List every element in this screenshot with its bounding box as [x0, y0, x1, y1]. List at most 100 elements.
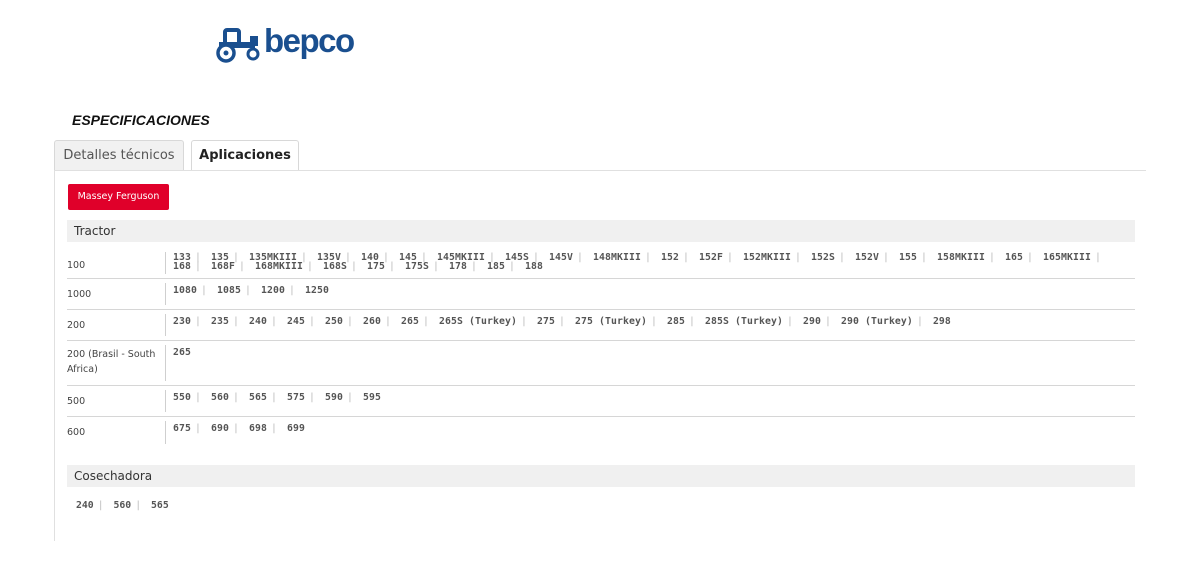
- model-item: 565: [151, 500, 169, 511]
- tab-technical-details[interactable]: Detalles técnicos: [54, 140, 184, 170]
- model-separator: |: [577, 252, 583, 263]
- model-list: 550 | 560 | 565 | 575 | 590 | 595: [173, 392, 1125, 403]
- table-row: 600 675 | 690 | 698 | 699: [67, 417, 1135, 448]
- model-item: 152MKIII: [743, 252, 791, 263]
- row-divider: [165, 390, 166, 412]
- model-item: 275: [536, 316, 555, 327]
- model-separator: |: [233, 316, 239, 327]
- model-separator: |: [97, 500, 104, 511]
- applications-panel: Massey Ferguson Tractor 100 133 | 135 | 13…: [54, 170, 1146, 541]
- model-separator: |: [271, 392, 277, 403]
- bepco-logo[interactable]: bepco: [216, 22, 356, 66]
- model-item: 240: [76, 500, 94, 511]
- model-item: 165: [1005, 252, 1023, 263]
- model-separator: |: [688, 316, 695, 327]
- model-separator: |: [347, 392, 353, 403]
- model-separator: |: [271, 316, 277, 327]
- model-separator: |: [239, 261, 245, 272]
- model-item: 285: [666, 316, 685, 327]
- model-item: 152: [661, 252, 679, 263]
- model-separator: |: [921, 252, 927, 263]
- table-row: 1000 1080 | 1085 | 1200 | 1250: [67, 279, 1135, 310]
- model-separator: |: [650, 316, 657, 327]
- model-separator: |: [245, 285, 251, 296]
- table-row: 200 230 | 235 | 240 | 245 | 250 | 260 | 265 | 2…: [67, 310, 1135, 341]
- model-separator: |: [883, 252, 889, 263]
- model-item: 168F: [211, 261, 235, 272]
- model-separator: |: [727, 252, 733, 263]
- model-item: 245: [287, 316, 305, 327]
- model-item: 1200: [261, 285, 285, 296]
- model-item: 290: [802, 316, 821, 327]
- model-item: 1080: [173, 285, 197, 296]
- model-item: 1085: [217, 285, 241, 296]
- series-label: 200 (Brasil - South Africa): [67, 349, 156, 375]
- model-separator: |: [351, 261, 357, 272]
- model-item: 178: [449, 261, 467, 272]
- row-divider: [165, 421, 166, 444]
- model-separator: |: [309, 316, 315, 327]
- model-item: 175S: [405, 261, 429, 272]
- model-item: 168S: [323, 261, 347, 272]
- row-divider: [165, 252, 166, 274]
- model-item: 575: [287, 392, 305, 403]
- model-separator: |: [520, 316, 527, 327]
- series-label: 1000: [67, 289, 92, 300]
- model-item: 265: [173, 347, 191, 358]
- logo-text: bepco: [264, 22, 355, 59]
- model-separator: |: [916, 316, 923, 327]
- model-separator: |: [683, 252, 689, 263]
- manufacturer-button-massey-ferguson[interactable]: Massey Ferguson: [68, 184, 169, 210]
- model-item: 165MKIII: [1043, 252, 1091, 263]
- model-item: 152S: [811, 252, 835, 263]
- model-separator: |: [509, 261, 515, 272]
- model-item: 168: [173, 261, 191, 272]
- model-item: 675: [173, 423, 191, 434]
- model-separator: |: [271, 423, 277, 434]
- model-separator: |: [195, 316, 201, 327]
- model-item: 595: [363, 392, 381, 403]
- model-separator: |: [1095, 252, 1101, 263]
- model-separator: |: [471, 261, 477, 272]
- model-item: 145V: [549, 252, 573, 263]
- model-item: 240: [249, 316, 267, 327]
- model-separator: |: [233, 423, 239, 434]
- model-list: 265: [173, 347, 1125, 358]
- model-list: 133 | 135 | 135MKIII | 135V | 140 | 145 | 145M…: [173, 252, 1125, 272]
- model-item: 250: [325, 316, 343, 327]
- model-item: 235: [211, 316, 229, 327]
- model-separator: |: [233, 392, 239, 403]
- model-item: 152F: [699, 252, 723, 263]
- model-item: 290 (Turkey): [840, 316, 913, 327]
- model-separator: |: [201, 285, 207, 296]
- model-item: 298: [932, 316, 951, 327]
- model-separator: |: [824, 316, 831, 327]
- model-item: 168MKIII: [255, 261, 303, 272]
- model-separator: |: [195, 423, 201, 434]
- tractor-icon: [216, 28, 260, 63]
- model-item: 560: [211, 392, 229, 403]
- model-list: 230 | 235 | 240 | 245 | 250 | 260 | 265 | 265S …: [173, 316, 1125, 327]
- model-item: 690: [211, 423, 229, 434]
- model-item: 560: [113, 500, 132, 511]
- model-separator: |: [645, 252, 651, 263]
- model-separator: |: [195, 261, 201, 272]
- model-item: 175: [367, 261, 385, 272]
- model-separator: |: [795, 252, 801, 263]
- model-item: 148MKIII: [593, 252, 641, 263]
- model-separator: |: [1027, 252, 1033, 263]
- table-row: 500 550 | 560 | 565 | 575 | 590 | 595: [67, 386, 1135, 417]
- model-item: 152V: [855, 252, 879, 263]
- tractor-series-table: 100 133 | 135 | 135MKIII | 135V | 140 | 145 | …: [67, 248, 1135, 448]
- model-separator: |: [347, 316, 353, 327]
- tab-applications[interactable]: Aplicaciones: [191, 140, 299, 171]
- model-item: 565: [249, 392, 267, 403]
- model-item: 265: [401, 316, 419, 327]
- model-list: 1080 | 1085 | 1200 | 1250: [173, 285, 1125, 296]
- section-header-tractor: Tractor: [67, 220, 1135, 242]
- model-separator: |: [289, 285, 295, 296]
- model-item: 698: [249, 423, 267, 434]
- model-item: 590: [325, 392, 343, 403]
- section-header-cosechadora: Cosechadora: [67, 465, 1135, 487]
- page-title: ESPECIFICACIONES: [72, 112, 210, 128]
